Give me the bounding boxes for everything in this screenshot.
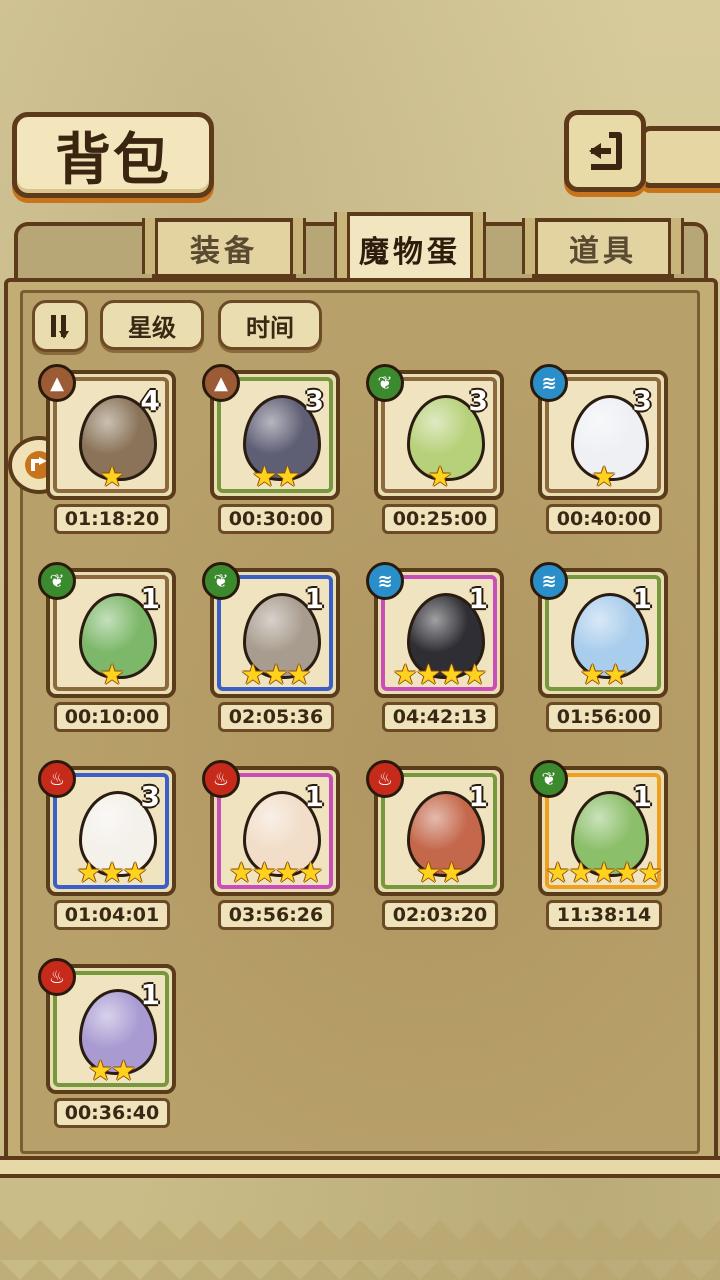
- hatch-timer: 02:03:20: [382, 900, 498, 930]
- egg-slot[interactable]: 1 ♨ ★★ 02:03:20: [366, 760, 514, 936]
- egg-star-rating: ★: [591, 460, 616, 493]
- egg-star-rating: ★★: [579, 658, 628, 691]
- egg-quantity: 1: [468, 582, 488, 615]
- water-element-icon: ≋: [530, 562, 568, 600]
- egg-slot[interactable]: 3 ❦ ★ 00:25:00: [366, 364, 514, 540]
- earth-element-icon: ▲: [202, 364, 240, 402]
- egg-quantity: 1: [468, 780, 488, 813]
- egg-slot[interactable]: 1 ≋ ★★ 01:56:00: [530, 562, 678, 738]
- grass-element-icon: ❦: [38, 562, 76, 600]
- water-element-icon: ≋: [366, 562, 404, 600]
- hatch-timer: 04:42:13: [382, 702, 498, 732]
- water-element-icon: ≋: [530, 364, 568, 402]
- hatch-timer: 00:36:40: [54, 1098, 170, 1128]
- egg-quantity: 3: [468, 384, 488, 417]
- egg-quantity: 1: [632, 582, 652, 615]
- tab-label: 魔物蛋: [359, 235, 461, 270]
- tab-label: 道具: [569, 234, 637, 269]
- hatch-timer: 01:56:00: [546, 702, 662, 732]
- sort-by-star-button[interactable]: 星级: [100, 300, 204, 350]
- egg-slot[interactable]: 1 ❦ ★ 00:10:00: [38, 562, 186, 738]
- egg-slot[interactable]: 1 ♨ ★★ 00:36:40: [38, 958, 186, 1134]
- fire-element-icon: ♨: [366, 760, 404, 798]
- sort-order-icon: [51, 315, 69, 339]
- sort-by-star-label: 星级: [128, 313, 176, 342]
- background-border: [0, 1220, 720, 1280]
- grass-element-icon: ❦: [202, 562, 240, 600]
- egg-quantity: 3: [632, 384, 652, 417]
- egg-slot[interactable]: 3 ≋ ★ 00:40:00: [530, 364, 678, 540]
- earth-element-icon: ▲: [38, 364, 76, 402]
- egg-quantity: 1: [140, 582, 160, 615]
- sort-order-toggle[interactable]: [32, 300, 88, 352]
- egg-star-rating: ★★★: [76, 856, 147, 889]
- egg-quantity: 4: [140, 384, 160, 417]
- hatch-timer: 01:18:20: [54, 504, 170, 534]
- egg-star-rating: ★★: [251, 460, 300, 493]
- egg-slot[interactable]: 3 ♨ ★★★ 01:04:01: [38, 760, 186, 936]
- panel-bottom-rail: [0, 1156, 720, 1178]
- egg-star-rating: ★★★★: [392, 658, 487, 691]
- tab-label: 装备: [190, 234, 258, 269]
- tab-monster-eggs[interactable]: 魔物蛋: [334, 212, 486, 282]
- back-arrow-icon: [589, 132, 622, 170]
- hatch-timer: 00:30:00: [218, 504, 334, 534]
- page-title: 背包: [55, 127, 171, 193]
- title-plate: 背包: [12, 112, 214, 198]
- fire-element-icon: ♨: [38, 760, 76, 798]
- egg-quantity: 1: [632, 780, 652, 813]
- egg-star-rating: ★: [99, 658, 124, 691]
- egg-star-rating: ★★★★: [228, 856, 323, 889]
- hatch-timer: 01:04:01: [54, 900, 170, 930]
- egg-slot[interactable]: 1 ♨ ★★★★ 03:56:26: [202, 760, 350, 936]
- egg-star-rating: ★★★: [240, 658, 311, 691]
- hatch-timer: 11:38:14: [546, 900, 662, 930]
- egg-slot[interactable]: 1 ≋ ★★★★ 04:42:13: [366, 562, 514, 738]
- fire-element-icon: ♨: [202, 760, 240, 798]
- sort-by-time-button[interactable]: 时间: [218, 300, 322, 350]
- egg-quantity: 3: [140, 780, 160, 813]
- hatch-timer: 00:40:00: [546, 504, 662, 534]
- hatch-timer: 00:10:00: [54, 702, 170, 732]
- tab-items[interactable]: 道具: [522, 218, 684, 278]
- egg-slot[interactable]: 4 ▲ ★ 01:18:20: [38, 364, 186, 540]
- hatch-timer: 00:25:00: [382, 504, 498, 534]
- egg-slot[interactable]: 3 ▲ ★★ 00:30:00: [202, 364, 350, 540]
- egg-slot[interactable]: 1 ❦ ★★★★★ 11:38:14: [530, 760, 678, 936]
- egg-star-rating: ★★★★★: [545, 856, 663, 889]
- egg-quantity: 1: [304, 582, 324, 615]
- egg-slot[interactable]: 1 ❦ ★★★ 02:05:36: [202, 562, 350, 738]
- back-bar: [640, 126, 720, 188]
- hatch-timer: 02:05:36: [218, 702, 334, 732]
- egg-star-rating: ★: [427, 460, 452, 493]
- egg-star-rating: ★★: [87, 1054, 136, 1087]
- grass-element-icon: ❦: [366, 364, 404, 402]
- egg-quantity: 3: [304, 384, 324, 417]
- hatch-timer: 03:56:26: [218, 900, 334, 930]
- egg-star-rating: ★: [99, 460, 124, 493]
- egg-quantity: 1: [140, 978, 160, 1011]
- tab-equipment[interactable]: 装备: [142, 218, 306, 278]
- egg-star-rating: ★★: [415, 856, 464, 889]
- back-button[interactable]: [564, 110, 646, 192]
- fire-element-icon: ♨: [38, 958, 76, 996]
- sort-by-time-label: 时间: [246, 313, 294, 342]
- grass-element-icon: ❦: [530, 760, 568, 798]
- egg-quantity: 1: [304, 780, 324, 813]
